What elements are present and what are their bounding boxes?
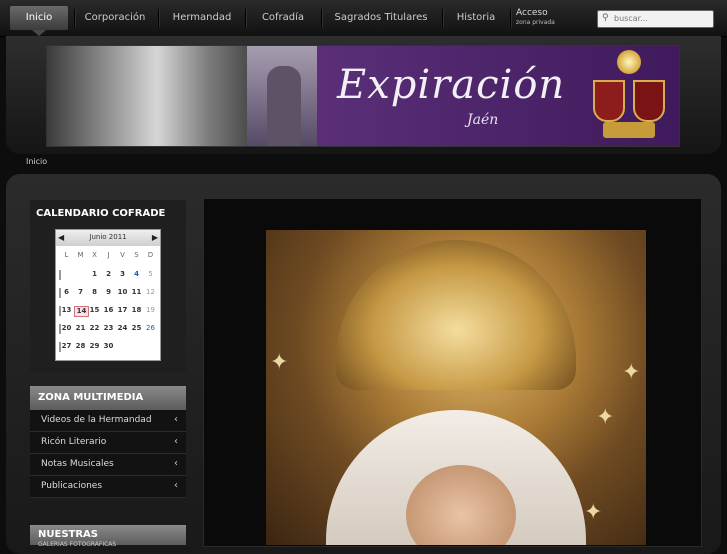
- calendar-day[interactable]: 9: [102, 288, 115, 296]
- nav-separator: [74, 9, 76, 27]
- calendar-day[interactable]: 4: [130, 270, 143, 278]
- calendar-weekday: S: [134, 251, 139, 259]
- nav-item-corporacion[interactable]: Corporación: [80, 6, 150, 30]
- calendar-day[interactable]: 2: [102, 270, 115, 278]
- calendar-day[interactable]: 18: [130, 306, 143, 314]
- calendar-day[interactable]: 6: [60, 288, 73, 296]
- galleries-title: NUESTRAS: [38, 529, 98, 540]
- calendar-day[interactable]: 8: [88, 288, 101, 296]
- access-label: Acceso: [516, 8, 548, 18]
- multimedia-item-publicaciones[interactable]: Publicaciones ‹: [30, 476, 186, 498]
- calendar-day[interactable]: 14: [74, 306, 89, 317]
- calendar-widget: ◀ Junio 2011 ▶ L M X J V S D 1 2 3 4 5 6 7 8 9 10 11 12 13 1…: [55, 229, 161, 361]
- calendar-header: ◀ Junio 2011 ▶: [56, 230, 160, 246]
- calendar-day[interactable]: 26: [144, 324, 157, 332]
- nav-item-cofradia[interactable]: Cofradía: [252, 6, 314, 30]
- search-input[interactable]: [614, 12, 709, 25]
- calendar-day[interactable]: 30: [102, 342, 115, 350]
- calendar-day[interactable]: 1: [88, 270, 101, 278]
- calendar-day[interactable]: 3: [116, 270, 129, 278]
- calendar-title: CALENDARIO COFRADE: [36, 208, 166, 219]
- multimedia-item-label: Notas Musicales: [41, 459, 114, 469]
- shield-left-icon: [593, 80, 625, 122]
- calendar-day[interactable]: 5: [144, 270, 157, 278]
- access-sublabel: zona privada: [516, 19, 555, 26]
- calendar-weekday: V: [120, 251, 125, 259]
- calendar-day[interactable]: 21: [74, 324, 87, 332]
- emblem-base: [603, 122, 655, 138]
- banner-title: Expiración: [337, 62, 566, 108]
- monstrance-icon: [617, 50, 641, 74]
- calendar-week-marker: [59, 270, 61, 280]
- multimedia-item-label: Publicaciones: [41, 481, 103, 491]
- multimedia-item-label: Videos de la Hermandad: [41, 415, 152, 425]
- crown-shape: [336, 240, 576, 390]
- multimedia-item-musicales[interactable]: Notas Musicales ‹: [30, 454, 186, 476]
- nav-separator: [321, 9, 323, 27]
- calendar-weekday: L: [64, 251, 69, 259]
- calendar-day[interactable]: 29: [88, 342, 101, 350]
- nav-separator: [510, 9, 512, 27]
- church-tower-shape: [267, 66, 301, 146]
- calendar-day[interactable]: 23: [102, 324, 115, 332]
- calendar-day[interactable]: 10: [116, 288, 129, 296]
- header-banner: Expiración Jaén: [46, 45, 680, 147]
- galleries-header: NUESTRAS GALERÍAS FOTOGRÁFICAS: [30, 525, 186, 548]
- search-icon: ⚲: [602, 13, 609, 23]
- calendar-day[interactable]: 17: [116, 306, 129, 314]
- search-box[interactable]: ⚲: [597, 10, 714, 28]
- virgin-photo[interactable]: ✦ ✦ ✦ ✦: [266, 230, 646, 545]
- calendar-month-label: Junio 2011: [89, 233, 127, 241]
- multimedia-item-literario[interactable]: Ricón Literario ‹: [30, 432, 186, 454]
- calendar-day[interactable]: 13: [60, 306, 73, 314]
- multimedia-item-videos[interactable]: Videos de la Hermandad ‹: [30, 410, 186, 432]
- calendar-day[interactable]: 16: [102, 306, 115, 314]
- calendar-weekday: D: [147, 251, 154, 259]
- multimedia-item-label: Ricón Literario: [41, 437, 107, 447]
- calendar-day[interactable]: 7: [74, 288, 87, 296]
- calendar-next-button[interactable]: ▶: [152, 233, 158, 242]
- nav-separator: [442, 9, 444, 27]
- calendar-weekday: M: [77, 251, 84, 259]
- star-icon: ✦: [596, 405, 615, 430]
- calendar-day[interactable]: 25: [130, 324, 143, 332]
- nav-item-hermandad[interactable]: Hermandad: [166, 6, 238, 30]
- star-icon: ✦: [584, 500, 603, 525]
- calendar-day[interactable]: 12: [144, 288, 157, 296]
- star-icon: ✦: [270, 350, 289, 375]
- nav-item-inicio[interactable]: Inicio: [10, 6, 68, 30]
- multimedia-header: ZONA MULTIMEDIA: [30, 386, 186, 410]
- procession-photo: [47, 46, 247, 146]
- chevron-left-icon: ‹: [174, 414, 178, 425]
- chevron-left-icon: ‹: [174, 480, 178, 491]
- nav-separator: [245, 9, 247, 27]
- calendar-day[interactable]: 24: [116, 324, 129, 332]
- calendar-day[interactable]: 11: [130, 288, 143, 296]
- calendar-day[interactable]: 28: [74, 342, 87, 350]
- banner-subtitle: Jaén: [467, 112, 499, 128]
- calendar-day[interactable]: 20: [60, 324, 73, 332]
- calendar-day[interactable]: 22: [88, 324, 101, 332]
- calendar-weekday: X: [92, 251, 97, 259]
- brotherhood-emblem-icon: [587, 50, 671, 142]
- nav-item-sagrados-titulares[interactable]: Sagrados Titulares: [328, 6, 434, 30]
- calendar-weekday: J: [107, 251, 110, 259]
- calendar-day[interactable]: 19: [144, 306, 157, 314]
- shield-right-icon: [633, 80, 665, 122]
- nav-item-historia[interactable]: Historia: [448, 6, 504, 30]
- calendar-day[interactable]: 27: [60, 342, 73, 350]
- chevron-left-icon: ‹: [174, 436, 178, 447]
- access-link[interactable]: Acceso zona privada: [516, 8, 584, 27]
- nav-separator: [158, 9, 160, 27]
- chevron-left-icon: ‹: [174, 458, 178, 469]
- breadcrumb[interactable]: Inicio: [26, 157, 47, 166]
- top-navigation: Inicio Corporación Hermandad Cofradía Sa…: [0, 0, 727, 37]
- calendar-day[interactable]: 15: [88, 306, 101, 314]
- multimedia-title: ZONA MULTIMEDIA: [38, 392, 144, 403]
- star-icon: ✦: [622, 360, 641, 385]
